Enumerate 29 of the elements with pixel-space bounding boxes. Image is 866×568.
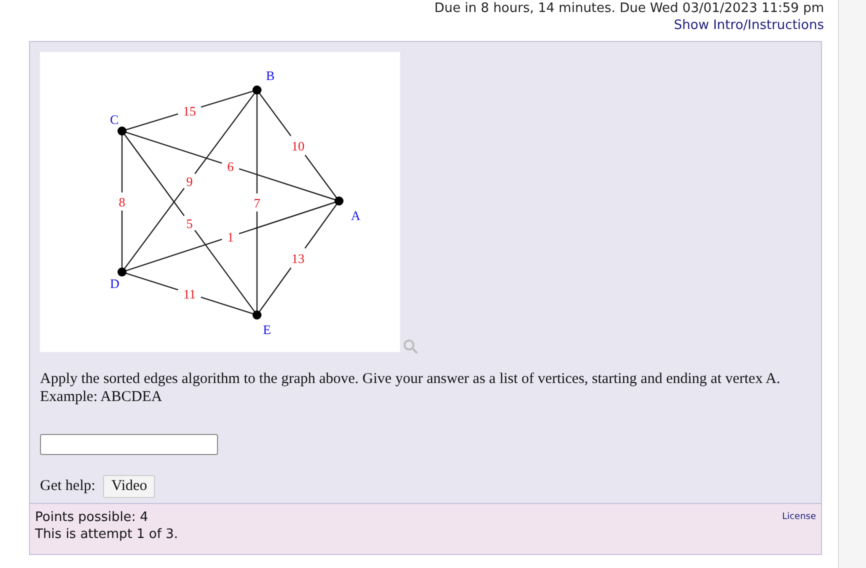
intro-instructions-link[interactable]: Show Intro/Instructions [674, 17, 824, 34]
vertex-label: A [351, 208, 360, 223]
graph-vertex [334, 196, 344, 206]
edge-weight: 13 [292, 251, 304, 266]
vertex-label: D [110, 276, 120, 291]
edge-weight: 15 [183, 104, 196, 118]
edge-weight: 9 [186, 174, 193, 189]
graph-vertex [252, 310, 262, 320]
due-date-text: Due in 8 hours, 14 minutes. Due Wed 03/01/2023 11:59 pm [434, 0, 824, 17]
answer-input-field[interactable] [40, 434, 218, 455]
vertex-label: E [263, 322, 271, 337]
question-text: Apply the sorted edges algorithm to the graph above. Give your answer as a list of vertices, starting and ending at vertex A. Example: ABCDEA [40, 370, 782, 406]
edge-weight: 1 [227, 230, 234, 244]
get-help-label: Get help: [40, 478, 96, 495]
graph-vertex [118, 268, 126, 276]
graph-vertex [118, 126, 126, 136]
edge-weight: 6 [227, 159, 234, 174]
vertex-label: B [266, 68, 275, 83]
video-button[interactable]: Video [103, 475, 156, 498]
points-possible-text: Points possible: 4 [35, 509, 150, 526]
vertex-label: C [110, 112, 119, 127]
edge-weight: 5 [186, 216, 193, 231]
attempt-text: This is attempt 1 of 3. [35, 526, 178, 543]
edge-weight: 8 [118, 194, 126, 210]
license-link[interactable]: License [782, 509, 816, 554]
edge-weight: 7 [254, 196, 260, 210]
edge-weight: 11 [183, 286, 196, 302]
edge-weight: 10 [292, 138, 304, 154]
graph-vertex [252, 86, 262, 94]
